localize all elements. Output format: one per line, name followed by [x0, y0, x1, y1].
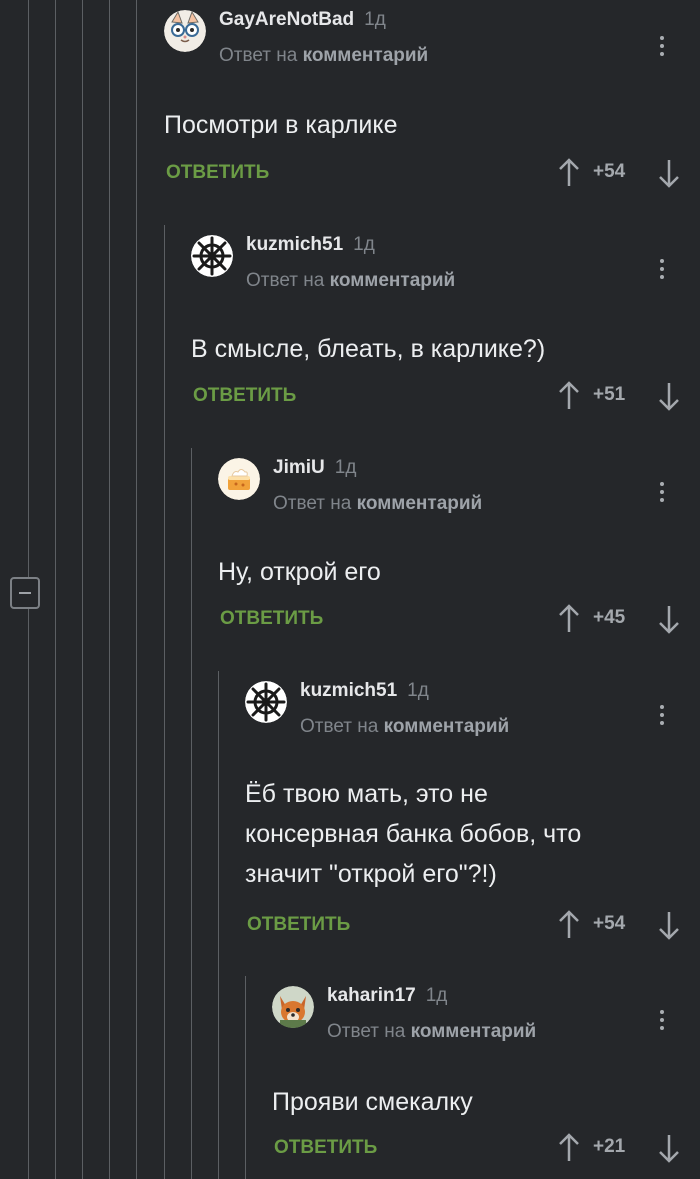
vote-controls: +54 [556, 156, 686, 190]
author-name[interactable]: kaharin17 [327, 985, 416, 1006]
thread-guide-line [164, 225, 165, 1179]
vote-controls: +21 [556, 1131, 686, 1165]
comment-text: Ну, открой его [218, 558, 381, 586]
comment: JimiU 1д Ответ на комментарий Ну, открой … [218, 448, 700, 668]
reply-button[interactable]: ОТВЕТИТЬ [247, 914, 350, 936]
downvote-arrow-icon[interactable] [656, 156, 682, 190]
comment-text: Ёб твою мать, это не консервная банка бо… [245, 780, 582, 888]
ship-wheel-avatar[interactable] [191, 235, 233, 277]
author-name[interactable]: kuzmich51 [300, 680, 397, 701]
reply-button[interactable]: ОТВЕТИТЬ [193, 385, 296, 407]
comment-header: kuzmich51 1д Ответ на комментарий [191, 225, 700, 291]
author-row: kuzmich51 1д [246, 234, 375, 256]
vote-controls: +51 [556, 379, 686, 413]
comment-text: Прояви смекалку [272, 1088, 473, 1116]
author-row: kuzmich51 1д [300, 680, 429, 702]
comment-thread-screen: GayAreNotBad 1д Ответ на комментарий Посм… [0, 0, 700, 1179]
more-options-icon[interactable] [657, 36, 667, 62]
author-row: JimiU 1д [273, 457, 356, 479]
downvote-arrow-icon[interactable] [656, 602, 682, 636]
thread-guide-line [136, 0, 137, 1179]
comment-header: JimiU 1д Ответ на комментарий [218, 448, 700, 514]
more-options-icon[interactable] [657, 482, 667, 508]
upvote-arrow-icon[interactable] [556, 156, 582, 190]
thread-guide-line [245, 976, 246, 1179]
upvote-arrow-icon[interactable] [556, 1131, 582, 1165]
ship-wheel-avatar[interactable] [245, 681, 287, 723]
comment-header: GayAreNotBad 1д Ответ на комментарий [164, 0, 700, 66]
rating-value: +51 [593, 384, 626, 405]
author-name[interactable]: GayAreNotBad [219, 9, 354, 30]
comment-header: kuzmich51 1д Ответ на комментарий [245, 671, 700, 737]
upvote-arrow-icon[interactable] [556, 602, 582, 636]
reply-target-link[interactable]: комментарий [357, 493, 483, 514]
vote-controls: +45 [556, 602, 686, 636]
comment: kuzmich51 1д Ответ на комментарий В смысл… [191, 225, 700, 445]
downvote-arrow-icon[interactable] [656, 908, 682, 942]
cat-glasses-avatar[interactable] [164, 10, 206, 52]
author-name[interactable]: kuzmich51 [246, 234, 343, 255]
rating-value: +54 [593, 913, 626, 934]
rating-value: +54 [593, 161, 626, 182]
thread-guide-line [55, 0, 56, 1179]
thread-guide-line [218, 671, 219, 1179]
reply-target-link[interactable]: комментарий [384, 716, 510, 737]
comment-text: В смысле, блеать, в карлике?) [191, 335, 546, 363]
comment-time: 1д [334, 457, 357, 478]
comment-time: 1д [364, 9, 386, 30]
rating-value: +45 [593, 607, 626, 628]
reply-prefix: Ответ на [246, 270, 325, 291]
author-row: kaharin17 1д [327, 985, 447, 1007]
reply-button[interactable]: ОТВЕТИТЬ [166, 162, 269, 184]
reply-button[interactable]: ОТВЕТИТЬ [220, 608, 323, 630]
fox-avatar[interactable] [272, 986, 314, 1028]
collapse-thread-button[interactable] [10, 577, 40, 609]
comment-header: kaharin17 1д Ответ на комментарий [272, 976, 700, 1042]
comment: GayAreNotBad 1д Ответ на комментарий Посм… [164, 0, 700, 200]
reply-prefix: Ответ на [300, 716, 379, 737]
more-options-icon[interactable] [657, 705, 667, 731]
comment-text: Посмотри в карлике [164, 111, 398, 139]
comment: kaharin17 1д Ответ на комментарий Прояви … [272, 976, 700, 1179]
reply-prefix: Ответ на [327, 1021, 406, 1042]
author-name[interactable]: JimiU [273, 457, 325, 478]
reply-context: Ответ на комментарий [327, 1021, 536, 1043]
reply-prefix: Ответ на [219, 45, 298, 66]
thread-guide-line [109, 0, 110, 1179]
comment-time: 1д [353, 234, 375, 255]
minus-icon [19, 592, 31, 594]
reply-button[interactable]: ОТВЕТИТЬ [274, 1137, 377, 1159]
rating-value: +21 [593, 1136, 626, 1157]
reply-prefix: Ответ на [273, 493, 352, 514]
comment-time: 1д [425, 985, 448, 1006]
reply-target-link[interactable]: комментарий [330, 270, 456, 291]
reply-context: Ответ на комментарий [246, 270, 455, 292]
downvote-arrow-icon[interactable] [656, 379, 682, 413]
reply-context: Ответ на комментарий [300, 716, 509, 738]
author-row: GayAreNotBad 1д [219, 9, 386, 31]
more-options-icon[interactable] [657, 1010, 667, 1036]
vote-controls: +54 [556, 908, 686, 942]
thread-guide-line [191, 448, 192, 1179]
comment: kuzmich51 1д Ответ на комментарий Ёб твою… [245, 671, 700, 971]
reply-target-link[interactable]: комментарий [411, 1021, 537, 1042]
upvote-arrow-icon[interactable] [556, 908, 582, 942]
reply-context: Ответ на комментарий [273, 493, 482, 515]
cake-avatar[interactable] [218, 458, 260, 500]
reply-target-link[interactable]: комментарий [303, 45, 429, 66]
upvote-arrow-icon[interactable] [556, 379, 582, 413]
comment-time: 1д [407, 680, 429, 701]
reply-context: Ответ на комментарий [219, 45, 428, 67]
downvote-arrow-icon[interactable] [656, 1131, 682, 1165]
more-options-icon[interactable] [657, 259, 667, 285]
thread-guide-line [82, 0, 83, 1179]
